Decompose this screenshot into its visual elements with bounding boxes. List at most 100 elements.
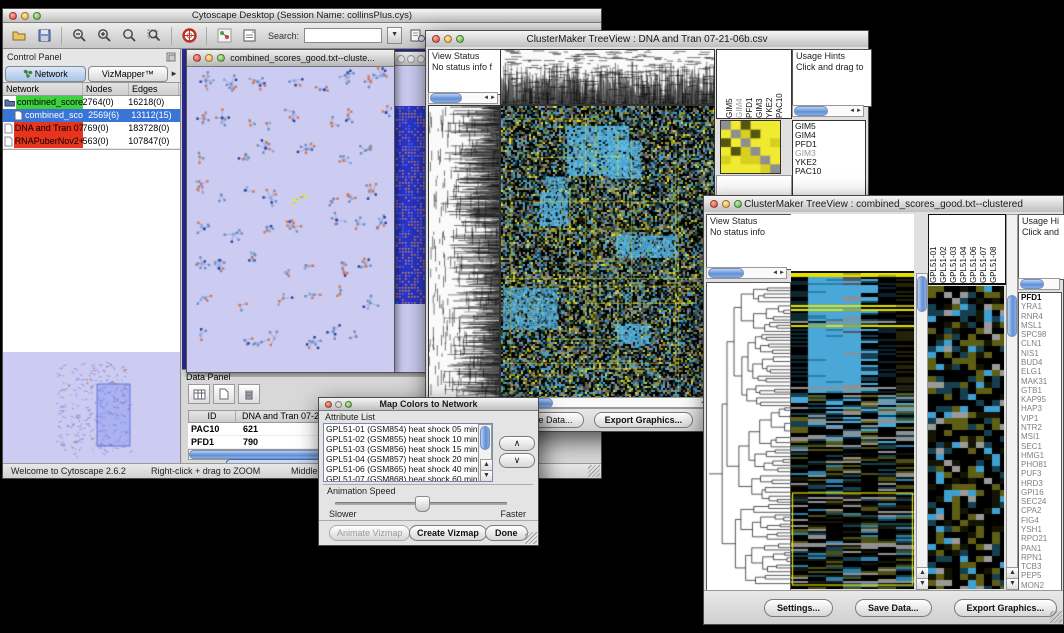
column-label[interactable]: GPL51-01 (GSM854) bbox=[929, 215, 939, 283]
column-label[interactable]: GPL51-07 (GSM868) bbox=[979, 215, 989, 283]
done-button[interactable]: Done bbox=[485, 525, 528, 541]
gene-label[interactable]: FIG4 bbox=[1021, 516, 1061, 525]
col-edges[interactable]: Edges bbox=[129, 83, 179, 95]
window-controls[interactable] bbox=[9, 12, 41, 20]
column-label[interactable]: GIM3 bbox=[755, 52, 765, 118]
search-input[interactable] bbox=[304, 28, 382, 43]
animate-vizmap-button[interactable]: Animate Vizmap bbox=[329, 525, 410, 541]
attribute-item[interactable]: GPL51-06 (GSM865) heat shock 40 min bbox=[326, 464, 492, 474]
scroll-left-icon[interactable]: ◄ bbox=[849, 108, 855, 114]
network-row[interactable]: DNA and Tran 07 769(0) 183728(0) bbox=[3, 122, 180, 135]
gene-label[interactable]: TCB3 bbox=[1021, 562, 1061, 571]
open-file-icon[interactable] bbox=[9, 27, 29, 45]
close-icon[interactable] bbox=[193, 54, 201, 62]
gene-label[interactable]: CPA2 bbox=[1021, 506, 1061, 515]
close-icon[interactable] bbox=[710, 200, 718, 208]
close-icon[interactable] bbox=[325, 401, 332, 408]
gene-label[interactable]: KAP95 bbox=[1021, 395, 1061, 404]
column-label[interactable]: GPL51-02 (GSM855) bbox=[939, 215, 949, 283]
move-up-button[interactable]: ∧ bbox=[499, 436, 535, 451]
resize-grip[interactable] bbox=[588, 465, 600, 477]
column-label[interactable]: GIM4 bbox=[735, 52, 745, 118]
network-view-titlebar[interactable]: combined_scores_good.txt--cluste... bbox=[187, 50, 394, 67]
resize-grip[interactable] bbox=[1050, 611, 1062, 623]
zoom-out-icon[interactable] bbox=[69, 27, 89, 45]
mini-heatmap-canvas[interactable] bbox=[720, 120, 781, 174]
right-vscrollbar[interactable]: ▲ ▼ bbox=[1006, 214, 1018, 591]
id-column-header[interactable]: ID bbox=[189, 411, 236, 422]
gene-label[interactable]: HRD3 bbox=[1021, 479, 1061, 488]
gene-label[interactable]: RPO21 bbox=[1021, 534, 1061, 543]
gene-label[interactable]: VIP1 bbox=[1021, 414, 1061, 423]
zoom-window-icon[interactable] bbox=[345, 401, 352, 408]
heatmap-canvas[interactable] bbox=[500, 105, 715, 398]
window-controls[interactable] bbox=[432, 35, 464, 43]
network-view-window[interactable]: combined_scores_good.txt--cluste... bbox=[186, 49, 395, 373]
gene-label[interactable]: CLN1 bbox=[1021, 339, 1061, 348]
gene-label[interactable]: SEC24 bbox=[1021, 497, 1061, 506]
column-label[interactable]: GPL51-06 (GSM865) bbox=[969, 215, 979, 283]
search-dropdown-icon[interactable]: ▼ bbox=[387, 27, 402, 44]
tab-vizmapper[interactable]: VizMapper™ bbox=[88, 66, 169, 82]
gene-label[interactable]: PAN1 bbox=[1021, 544, 1061, 553]
save-data-button[interactable]: Save Data... bbox=[855, 599, 932, 617]
gene-label[interactable]: GTB1 bbox=[1021, 386, 1061, 395]
gene-label[interactable]: PFD1 bbox=[1021, 293, 1061, 302]
col-nodes[interactable]: Nodes bbox=[83, 83, 129, 95]
gene-label[interactable]: MSL1 bbox=[1021, 321, 1061, 330]
gene-label[interactable]: NTR2 bbox=[1021, 423, 1061, 432]
float-panel-icon[interactable] bbox=[166, 52, 176, 62]
gene-label[interactable]: GPI16 bbox=[1021, 488, 1061, 497]
more-tabs-arrow-icon[interactable]: ► bbox=[170, 69, 178, 78]
gene-label[interactable]: PHO81 bbox=[1021, 460, 1061, 469]
usage-hints-hscrollbar[interactable]: ◄ ► bbox=[792, 105, 864, 117]
scrollbar-thumb[interactable] bbox=[794, 106, 828, 116]
column-dendrogram-canvas[interactable] bbox=[500, 49, 715, 105]
table-view-icon[interactable] bbox=[188, 384, 210, 404]
network-overview-canvas[interactable] bbox=[3, 352, 180, 464]
row-dendrogram-canvas[interactable] bbox=[428, 105, 500, 398]
view-status-hscrollbar[interactable]: ◄ ► bbox=[428, 92, 498, 104]
scroll-right-icon[interactable]: ► bbox=[856, 108, 862, 114]
vizmap-node-icon[interactable] bbox=[214, 27, 234, 45]
gene-label[interactable]: MSI1 bbox=[1021, 432, 1061, 441]
gene-label[interactable]: RPN1 bbox=[1021, 553, 1061, 562]
speed-slider-thumb[interactable] bbox=[415, 496, 430, 512]
network-row-selected[interactable]: combined_sco 2569(6) 13112(15) bbox=[3, 109, 180, 122]
export-graphics-button[interactable]: Export Graphics... bbox=[954, 599, 1058, 617]
scrollbar-thumb[interactable] bbox=[708, 268, 744, 278]
treeview2-titlebar[interactable]: ClusterMaker TreeView : combined_scores_… bbox=[704, 196, 1063, 213]
column-label[interactable]: GIM5 bbox=[725, 52, 735, 118]
network-row[interactable]: RNAPuberNov2+ 563(0) 107847(0) bbox=[3, 135, 180, 148]
column-label[interactable]: PAC10 bbox=[775, 52, 785, 118]
zoom-window-icon[interactable] bbox=[417, 55, 425, 63]
zoom-selected-icon[interactable] bbox=[144, 27, 164, 45]
row-dendrogram-canvas[interactable] bbox=[706, 282, 791, 591]
gene-label[interactable]: RNR4 bbox=[1021, 312, 1061, 321]
scroll-down-icon[interactable]: ▼ bbox=[480, 470, 493, 482]
scrollbar-thumb[interactable] bbox=[480, 426, 490, 450]
gene-label[interactable]: YRA1 bbox=[1021, 302, 1061, 311]
move-down-button[interactable]: ∨ bbox=[499, 453, 535, 468]
scroll-left-icon[interactable]: ◄ bbox=[772, 270, 778, 276]
create-vizmap-button[interactable]: Create Vizmap bbox=[409, 525, 487, 541]
attribute-listbox[interactable]: GPL51-01 (GSM854) heat shock 05 minGPL51… bbox=[323, 423, 493, 482]
tab-network[interactable]: Network bbox=[5, 66, 86, 82]
row-label[interactable]: PAC10 bbox=[795, 167, 863, 176]
column-label[interactable]: GPL51-08 (GSM872) bbox=[989, 215, 999, 283]
view-status-hscrollbar[interactable]: ◄ ► bbox=[706, 267, 787, 279]
close-icon[interactable] bbox=[397, 55, 405, 63]
scrollbar-thumb[interactable] bbox=[1007, 295, 1017, 337]
gene-label[interactable]: MON2 bbox=[1021, 581, 1061, 590]
column-label[interactable]: GPL51-03 (GSM856) bbox=[949, 215, 959, 283]
minimize-icon[interactable] bbox=[205, 54, 213, 62]
heatmap-canvas[interactable] bbox=[791, 273, 914, 589]
gene-label[interactable]: SEC1 bbox=[1021, 442, 1061, 451]
column-label[interactable]: YKE2 bbox=[765, 52, 775, 118]
window-controls[interactable] bbox=[325, 401, 352, 408]
zoom-window-icon[interactable] bbox=[33, 12, 41, 20]
gene-label[interactable]: BUD4 bbox=[1021, 358, 1061, 367]
gene-label[interactable]: HAP3 bbox=[1021, 404, 1061, 413]
new-attribute-icon[interactable] bbox=[213, 384, 235, 404]
zoom-in-icon[interactable] bbox=[94, 27, 114, 45]
